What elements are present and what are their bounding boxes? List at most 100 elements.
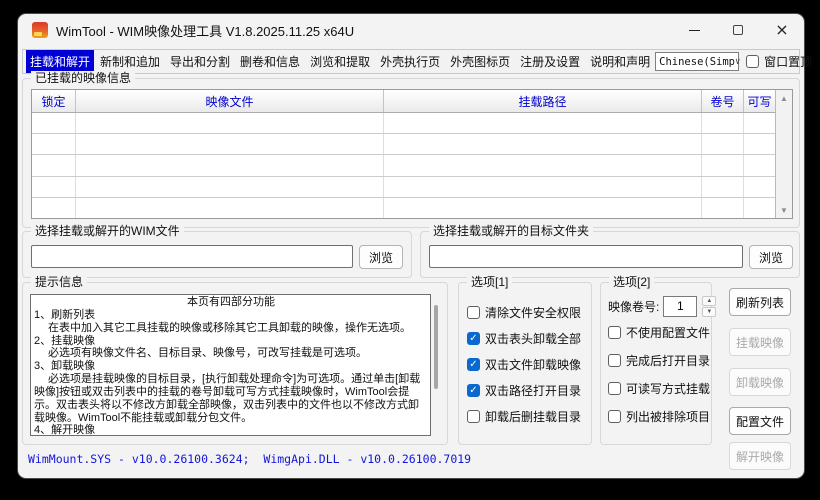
close-button[interactable]: × [760,14,804,46]
tab-delete-volume-info[interactable]: 删卷和信息 [236,50,304,73]
window-title: WimTool - WIM映像处理工具 V1.8.2025.11.25 x64U [56,21,354,40]
table-row[interactable] [32,113,775,134]
table-scrollbar[interactable]: ▲ ▼ [775,90,792,218]
maximize-icon [733,25,743,35]
table-cell [32,113,76,133]
topmost-label: 窗口置顶 [764,53,812,70]
table-row[interactable] [32,155,775,176]
tab-register-settings[interactable]: 注册及设置 [516,50,584,73]
table-cell [744,134,775,154]
tab-bar: 挂载和解开 新制和追加 导出和分割 删卷和信息 浏览和提取 外壳执行页 外壳图标… [22,49,800,74]
table-header-row: 锁定 映像文件 挂载路径 卷号 可写 [32,90,775,113]
table-row[interactable] [32,198,775,218]
option-mount-writable[interactable]: ✓ 可读写方式挂载 [608,381,711,396]
table-cell [76,134,384,154]
option-dblclick-file-unmount[interactable]: ✓ 双击文件卸载映像 [467,357,591,372]
checkbox-box: ✓ [467,358,480,371]
table-cell [384,198,702,218]
table-cell [76,113,384,133]
column-header-mount-path[interactable]: 挂载路径 [384,90,702,112]
checkbox-box: ✓ [467,410,480,423]
refresh-list-button[interactable]: 刷新列表 [729,288,791,316]
option-label: 完成后打开目录 [626,352,710,369]
target-folder-browse-button[interactable]: 浏览 [749,245,793,269]
target-folder-group-label: 选择挂载或解开的目标文件夹 [429,224,593,238]
table-cell [744,155,775,175]
tab-shell-exec[interactable]: 外壳执行页 [376,50,444,73]
option-clear-security[interactable]: ✓ 清除文件安全权限 [467,305,591,320]
volume-number-label: 映像卷号: [608,298,659,315]
option-list-excluded[interactable]: ✓ 列出被排除项目 [608,409,711,424]
minimize-icon [689,30,700,31]
tab-about[interactable]: 说明和声明 [586,50,654,73]
option-delete-mount-dir[interactable]: ✓ 卸载后删挂载目录 [467,409,591,424]
option-no-config-file[interactable]: ✓ 不使用配置文件 [608,325,711,340]
table-body [32,113,775,218]
tab-mount-extract[interactable]: 挂载和解开 [26,50,94,73]
tab-create-append[interactable]: 新制和追加 [96,50,164,73]
tab-shell-icon[interactable]: 外壳图标页 [446,50,514,73]
minimize-button[interactable] [672,14,716,46]
table-cell [702,134,744,154]
table-cell [702,177,744,197]
spin-up-button[interactable]: ▲ [702,296,716,306]
table-cell [384,177,702,197]
volume-number-input[interactable] [663,296,697,317]
mounted-images-table: 锁定 映像文件 挂载路径 卷号 可写 [31,89,793,219]
mount-image-button[interactable]: 挂载映像 [729,328,791,356]
hint-title: 本页有四部分功能 [34,296,428,309]
extract-image-button[interactable]: 解开映像 [729,442,791,470]
option-label: 双击文件卸载映像 [485,356,581,373]
hint-scrollbar[interactable] [434,305,438,389]
table-cell [32,134,76,154]
config-file-button[interactable]: 配置文件 [729,407,791,435]
table-cell [744,113,775,133]
wim-file-group-label: 选择挂载或解开的WIM文件 [31,224,184,238]
checkbox-box: ✓ [467,384,480,397]
option-dblclick-path-open-dir[interactable]: ✓ 双击路径打开目录 [467,383,591,398]
table-cell [384,155,702,175]
language-value: Chinese(Simp [659,56,735,68]
table-row[interactable] [32,134,775,155]
table-main: 锁定 映像文件 挂载路径 卷号 可写 [32,90,775,218]
wim-file-input[interactable] [31,245,353,268]
option-dblclick-header-unmount-all[interactable]: ✓ 双击表头卸载全部 [467,331,591,346]
hint-line: 必选项有映像文件名、目标目录、映像号，可改写挂载是可选项。 [34,347,428,360]
table-row[interactable] [32,177,775,198]
table-cell [76,177,384,197]
maximize-button[interactable] [716,14,760,46]
options1-group-label: 选项[1] [467,275,512,289]
spin-down-button[interactable]: ▼ [702,307,716,317]
option-open-dir-after[interactable]: ✓ 完成后打开目录 [608,353,711,368]
unmount-image-button[interactable]: 卸载映像 [729,368,791,396]
hint-textbox[interactable]: 本页有四部分功能 1、刷新列表 在表中加入其它工具挂载的映像或移除其它工具卸载的… [30,294,431,436]
scroll-down-icon[interactable]: ▼ [776,202,792,218]
target-folder-group: 选择挂载或解开的目标文件夹 浏览 [420,231,800,278]
language-select[interactable]: Chinese(Simp ∨ [655,52,739,71]
hint-group-label: 提示信息 [31,275,87,289]
table-cell [744,177,775,197]
window-controls: × [672,14,804,46]
hint-line: 4、解开映像 [34,424,428,436]
scroll-up-icon[interactable]: ▲ [776,90,792,106]
table-cell [32,177,76,197]
table-cell [76,155,384,175]
tab-browse-extract[interactable]: 浏览和提取 [306,50,374,73]
table-cell [702,198,744,218]
tab-export-split[interactable]: 导出和分割 [166,50,234,73]
hint-line: 1、刷新列表 [34,309,428,322]
app-icon[interactable] [32,22,48,38]
column-header-writable[interactable]: 可写 [744,90,775,112]
titlebar: WimTool - WIM映像处理工具 V1.8.2025.11.25 x64U… [18,14,804,46]
topmost-checkbox[interactable]: ✓ 窗口置顶 [746,54,812,69]
wim-file-browse-button[interactable]: 浏览 [359,245,403,269]
column-header-volume[interactable]: 卷号 [702,90,744,112]
hint-line: 必选项是挂载映像的目标目录，[执行卸载处理命令]为可选项。通过单击[卸载映像]按… [34,373,428,424]
wimtool-window: WimTool - WIM映像处理工具 V1.8.2025.11.25 x64U… [18,14,804,478]
column-header-image-file[interactable]: 映像文件 [76,90,384,112]
hint-line: 在表中加入其它工具挂载的映像或移除其它工具卸载的映像，操作无选项。 [34,322,428,335]
column-header-lock[interactable]: 锁定 [32,90,76,112]
target-folder-input[interactable] [429,245,743,268]
volume-number-row: 映像卷号: ▲ ▼ [608,295,711,317]
checkbox-box: ✓ [608,326,621,339]
